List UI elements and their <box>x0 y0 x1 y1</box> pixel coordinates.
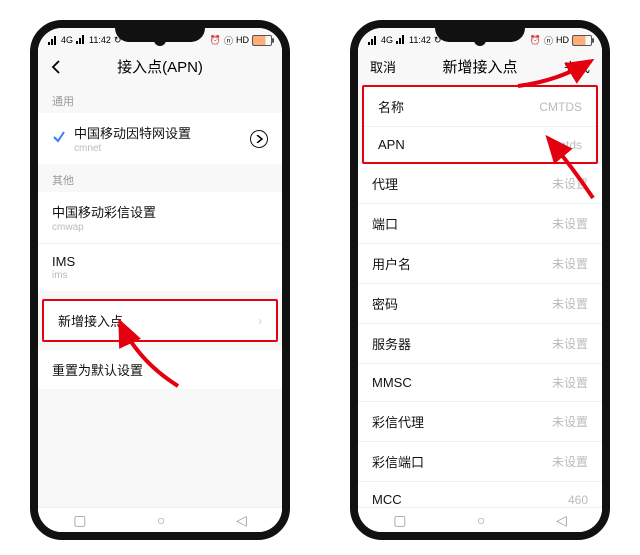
cancel-button[interactable]: 取消 <box>370 57 396 76</box>
page-title: 接入点(APN) <box>64 56 256 77</box>
field-value: cmtds <box>550 138 582 152</box>
signal-icon <box>76 35 86 46</box>
page-title: 新增接入点 <box>396 56 564 77</box>
apn-sub: ims <box>52 270 268 281</box>
nav-home[interactable]: ○ <box>157 512 165 528</box>
notch <box>115 28 205 42</box>
section-general: 通用 <box>38 85 282 113</box>
field-label: MMSC <box>372 375 552 390</box>
apn-sub: cmnet <box>74 143 250 154</box>
battery-icon <box>572 35 592 46</box>
field-mms-port[interactable]: 彩信端口 未设置 <box>358 441 602 481</box>
field-label: 代理 <box>372 174 552 193</box>
section-other: 其他 <box>38 164 282 192</box>
field-mmsc[interactable]: MMSC 未设置 <box>358 363 602 401</box>
field-name[interactable]: 名称 CMTDS <box>364 87 596 126</box>
field-value: 未设置 <box>552 175 588 192</box>
nfc-icon: ⓝ <box>544 34 553 47</box>
field-label: MCC <box>372 492 568 507</box>
notch <box>435 28 525 42</box>
apn-item-cmwap[interactable]: 中国移动彩信设置 cmwap <box>38 192 282 243</box>
titlebar: 取消 新增接入点 完成 <box>358 50 602 85</box>
signal-icon <box>48 36 58 45</box>
field-label: 端口 <box>372 214 552 233</box>
field-port[interactable]: 端口 未设置 <box>358 203 602 243</box>
signal-icon <box>368 36 378 45</box>
apn-item-ims[interactable]: IMS ims <box>38 243 282 291</box>
nav-back[interactable]: ◁ <box>236 512 247 529</box>
field-label: 用户名 <box>372 254 552 273</box>
nfc-icon: ⓝ <box>224 34 233 47</box>
field-value: 未设置 <box>552 255 588 272</box>
hd-icon: HD <box>236 35 249 45</box>
field-mms-proxy[interactable]: 彩信代理 未设置 <box>358 401 602 441</box>
chevron-right-icon: › <box>258 314 262 328</box>
hd-icon: HD <box>556 35 569 45</box>
field-proxy[interactable]: 代理 未设置 <box>358 164 602 203</box>
field-server[interactable]: 服务器 未设置 <box>358 323 602 363</box>
add-apn-label: 新增接入点 <box>58 311 258 330</box>
field-apn[interactable]: APN cmtds <box>364 126 596 162</box>
field-label: 密码 <box>372 294 552 313</box>
nav-back[interactable]: ◁ <box>556 512 567 529</box>
reset-apn-label: 重置为默认设置 <box>52 360 268 379</box>
nav-bar: ▢ ○ ◁ <box>358 507 602 532</box>
alarm-icon: ⏰ <box>210 35 221 46</box>
field-value: 未设置 <box>552 335 588 352</box>
field-user[interactable]: 用户名 未设置 <box>358 243 602 283</box>
apn-title: 中国移动因特网设置 <box>74 123 250 142</box>
phone-left: 4G 11:42 ↻ ⏰ ⓝ HD 接入点(APN) 通用 <box>30 20 290 540</box>
network-label: 4G <box>381 35 393 45</box>
check-icon <box>52 130 66 147</box>
nav-home[interactable]: ○ <box>477 512 485 528</box>
field-value: 未设置 <box>552 453 588 470</box>
phone-right: 4G 11:42 ↻ ⏰ ⓝ HD 取消 新增接入点 完成 名称 <box>350 20 610 540</box>
field-label: 名称 <box>378 97 539 116</box>
alarm-icon: ⏰ <box>530 35 541 46</box>
field-value: 未设置 <box>552 374 588 391</box>
reset-apn[interactable]: 重置为默认设置 <box>38 350 282 389</box>
network-label: 4G <box>61 35 73 45</box>
field-label: 服务器 <box>372 334 552 353</box>
titlebar: 接入点(APN) <box>38 50 282 85</box>
signal-icon <box>396 35 406 46</box>
nav-bar: ▢ ○ ◁ <box>38 507 282 532</box>
highlight-box: 名称 CMTDS APN cmtds <box>362 85 598 164</box>
field-value: 460 <box>568 493 588 507</box>
field-value: 未设置 <box>552 413 588 430</box>
field-password[interactable]: 密码 未设置 <box>358 283 602 323</box>
detail-icon[interactable] <box>250 130 268 148</box>
apn-item-cmnet[interactable]: 中国移动因特网设置 cmnet <box>38 113 282 164</box>
nav-recents[interactable]: ▢ <box>73 512 86 529</box>
time: 11:42 <box>409 35 431 45</box>
field-value: 未设置 <box>552 215 588 232</box>
done-button[interactable]: 完成 <box>564 57 590 76</box>
back-button[interactable] <box>50 60 64 74</box>
apn-sub: cmwap <box>52 222 268 233</box>
battery-icon <box>252 35 272 46</box>
field-value: CMTDS <box>539 100 582 114</box>
nav-recents[interactable]: ▢ <box>393 512 406 529</box>
apn-title: IMS <box>52 254 268 269</box>
field-label: APN <box>378 137 550 152</box>
field-label: 彩信端口 <box>372 452 552 471</box>
time: 11:42 <box>89 35 111 45</box>
add-apn[interactable]: 新增接入点 › <box>42 299 278 342</box>
field-label: 彩信代理 <box>372 412 552 431</box>
apn-title: 中国移动彩信设置 <box>52 202 268 221</box>
field-value: 未设置 <box>552 295 588 312</box>
